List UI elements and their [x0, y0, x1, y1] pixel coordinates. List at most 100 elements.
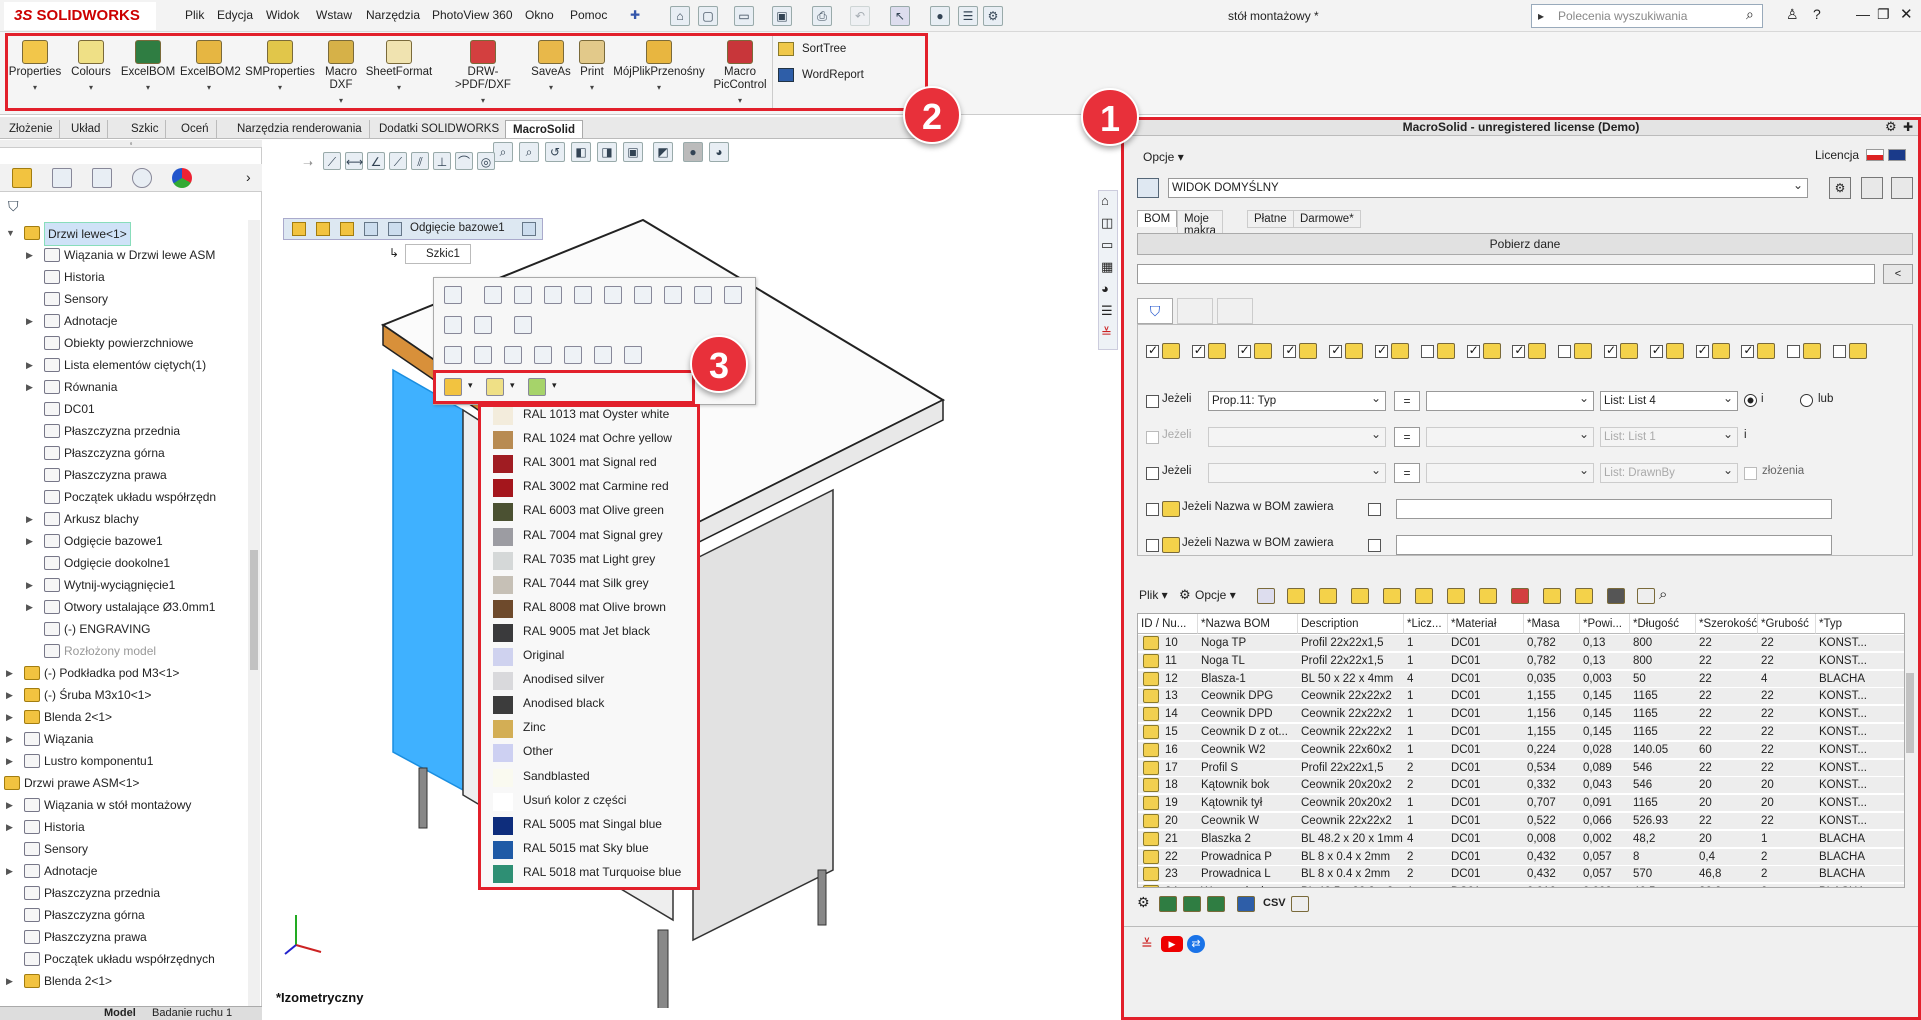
coincident-icon[interactable]: ⟋	[389, 152, 407, 170]
custom-properties-icon[interactable]: ☰	[1101, 303, 1113, 319]
zoom-fit-icon[interactable]: ⌕	[493, 142, 513, 162]
file-explorer-icon[interactable]: ▭	[1101, 237, 1113, 253]
isolate-icon[interactable]	[444, 316, 462, 334]
tangent-icon[interactable]: ⌒	[455, 152, 473, 170]
tab-szkic[interactable]: Szkic	[124, 120, 167, 138]
colour-option[interactable]: RAL 3001 mat Signal red	[487, 451, 693, 475]
select-cursor-icon[interactable]: ↖	[890, 6, 910, 26]
chevron-right-icon[interactable]: ▶	[6, 728, 13, 750]
design-library-icon[interactable]: ◫	[1101, 215, 1113, 231]
colour-option[interactable]: RAL 9005 mat Jet black	[487, 620, 693, 644]
tab-dodatki-solidworks[interactable]: Dodatki SOLIDWORKS	[372, 120, 508, 138]
colour-option[interactable]: RAL 7044 mat Silk grey	[487, 572, 693, 596]
hide-icon[interactable]	[544, 286, 562, 304]
tree-item[interactable]: ▶ Blenda 2<1>	[0, 706, 248, 728]
user-icon[interactable]: ♙	[1786, 6, 1799, 23]
tree-scrollbar[interactable]	[248, 220, 260, 1010]
tree-item[interactable]: ▶ Wiązania w Drzwi lewe ASM	[0, 244, 248, 266]
colour-option[interactable]: Sandblasted	[487, 765, 693, 789]
menu-pomoc[interactable]: Pomoc	[570, 8, 607, 22]
sketch-popup-icon[interactable]	[474, 346, 492, 364]
colour-option[interactable]: RAL 3002 mat Carmine red	[487, 475, 693, 499]
chevron-right-icon[interactable]: ▶	[6, 662, 13, 684]
view-palette-icon[interactable]: ▦	[1101, 259, 1113, 275]
menu-okno[interactable]: Okno	[525, 8, 554, 22]
colour-option[interactable]: RAL 5015 mat Sky blue	[487, 837, 693, 861]
home-task-icon[interactable]: ⌂	[1101, 193, 1109, 208]
tab-model[interactable]: Model	[104, 1007, 136, 1019]
chevron-right-icon[interactable]: ▶	[26, 354, 33, 376]
edit-part-icon[interactable]	[484, 286, 502, 304]
colour-option[interactable]: RAL 6003 mat Olive green	[487, 499, 693, 523]
tab-ocen[interactable]: Oceń	[174, 120, 217, 138]
chevron-right-icon[interactable]: ▶	[26, 508, 33, 530]
tree-item[interactable]: Obiekty powierzchniowe	[0, 332, 248, 354]
colour-option[interactable]: Original	[487, 644, 693, 668]
appearance-icon[interactable]	[172, 168, 192, 188]
home-icon[interactable]: ⌂	[670, 6, 690, 26]
tree-item[interactable]: ▶ Lista elementów ciętych(1)	[0, 354, 248, 376]
hide-show-icon[interactable]: ●	[683, 142, 703, 162]
link-icon[interactable]	[694, 286, 712, 304]
view-box-icon[interactable]	[594, 346, 612, 364]
tree-item[interactable]: ▶ Adnotacje	[0, 310, 248, 332]
print-icon[interactable]: ⎙	[812, 6, 832, 26]
tree-scrollbar-thumb[interactable]	[250, 550, 258, 670]
tree-item[interactable]: ▼ Drzwi lewe<1>	[0, 222, 248, 246]
perpendicular-icon[interactable]: ⊥	[433, 152, 451, 170]
tree-item[interactable]: ▶ Odgięcie bazowe1	[0, 530, 248, 552]
colour-option[interactable]: Usuń kolor z części	[487, 789, 693, 813]
open-part-icon[interactable]	[444, 286, 462, 304]
tree-item[interactable]: Początek układu współrzędnych	[0, 948, 248, 970]
suppress-icon[interactable]	[574, 286, 592, 304]
tree-item[interactable]: ▶ Adnotacje	[0, 860, 248, 882]
reference-icon[interactable]	[444, 346, 462, 364]
feature-tree-icon[interactable]	[12, 168, 32, 188]
colour-option[interactable]: RAL 7004 mat Signal grey	[487, 524, 693, 548]
tree-splitter[interactable]: ◦	[0, 140, 262, 148]
distance-icon[interactable]: ⟷	[345, 152, 363, 170]
tree-item[interactable]: Płaszczyzna górna	[0, 904, 248, 926]
tree-item[interactable]: ▶ Lustro komponentu1	[0, 750, 248, 772]
zoom-to-selection-icon[interactable]	[504, 346, 522, 364]
colour-option[interactable]: Zinc	[487, 716, 693, 740]
chevron-down-icon[interactable]: ▼	[6, 222, 15, 244]
colour-option[interactable]: Anodised silver	[487, 668, 693, 692]
pin-icon[interactable]: ✚	[630, 8, 640, 22]
tree-item[interactable]: ▶ (-) Śruba M3x10<1>	[0, 684, 248, 706]
tree-item[interactable]: ▶ Blenda 2<1>	[0, 970, 248, 992]
tree-item[interactable]: Płaszczyzna przednia	[0, 420, 248, 442]
transparency-icon[interactable]	[604, 286, 622, 304]
macrosolid-task-icon[interactable]: ≚	[1101, 325, 1112, 341]
sheetmetal-icon[interactable]	[388, 222, 402, 236]
open-folder-icon[interactable]: ▭	[734, 6, 754, 26]
colour-option[interactable]: Anodised black	[487, 692, 693, 716]
tree-item[interactable]: Odgięcie dookolne1	[0, 552, 248, 574]
edit-appearance-icon[interactable]: ◕	[709, 142, 729, 162]
tree-item[interactable]: Rozłożony model	[0, 640, 248, 662]
colour-option[interactable]: RAL 8008 mat Olive brown	[487, 596, 693, 620]
angle-icon[interactable]: ∠	[367, 152, 385, 170]
tab-narzedzia-renderowania[interactable]: Narzędzia renderowania	[230, 120, 370, 138]
attach-icon[interactable]	[664, 286, 682, 304]
solidworks-logo[interactable]: 3S SOLIDWORKS	[4, 2, 156, 30]
save-icon[interactable]: ▣	[772, 6, 792, 26]
breadcrumb-feature[interactable]: Odgięcie bazowe1	[410, 222, 505, 234]
view-box2-icon[interactable]	[624, 346, 642, 364]
tree-item[interactable]: ▶ Otwory ustalające Ø3.0mm1	[0, 596, 248, 618]
new-document-icon[interactable]: ▢	[698, 6, 718, 26]
body-icon[interactable]	[364, 222, 378, 236]
sketch-item[interactable]: Szkic1	[405, 244, 471, 264]
tree-item[interactable]: ▼Drzwi prawe ASM<1>	[0, 772, 248, 794]
tree-item[interactable]: Płaszczyzna prawa	[0, 926, 248, 948]
concentric-icon[interactable]: ◎	[477, 152, 495, 170]
chevron-right-icon[interactable]: ▶	[6, 860, 13, 882]
tab-zlozenie[interactable]: Złożenie	[2, 120, 61, 138]
close-icon[interactable]: ✕	[1900, 5, 1913, 23]
display-style-icon[interactable]: ◩	[653, 142, 673, 162]
tree-item[interactable]: (-) ENGRAVING	[0, 618, 248, 640]
search-icon[interactable]: ⌕	[1746, 6, 1754, 23]
tree-item[interactable]: ▶ (-) Podkładka pod M3<1>	[0, 662, 248, 684]
appearance-popup-icon[interactable]	[514, 316, 532, 334]
chevron-right-icon[interactable]: ▶	[26, 310, 33, 332]
